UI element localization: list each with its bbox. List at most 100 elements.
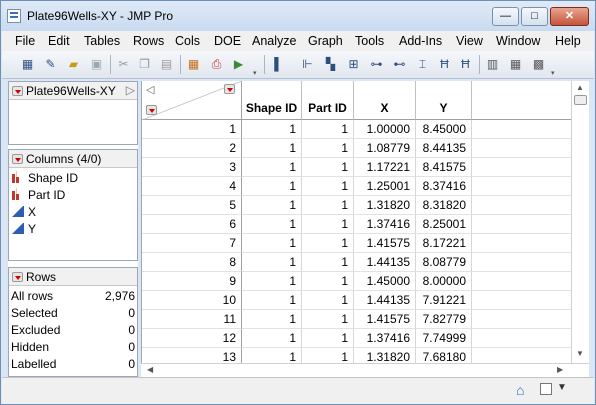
cell-empty[interactable] <box>472 215 571 234</box>
neural-icon[interactable]: ⊷ <box>391 56 408 73</box>
cell-y[interactable]: 8.37416 <box>416 177 472 196</box>
row-number[interactable]: 13 <box>142 348 242 363</box>
control-chart-icon[interactable]: ⌶ <box>414 56 431 73</box>
cell-empty[interactable] <box>472 120 571 139</box>
cell-x[interactable]: 1.45000 <box>354 272 416 291</box>
cell-shape-id[interactable]: 1 <box>242 348 302 363</box>
cell-x[interactable]: 1.44135 <box>354 291 416 310</box>
cell-part-id[interactable]: 1 <box>302 291 354 310</box>
cell-x[interactable]: 1.31820 <box>354 348 416 363</box>
cell-y[interactable]: 7.74999 <box>416 329 472 348</box>
cell-y[interactable]: 8.44135 <box>416 139 472 158</box>
row-number[interactable]: 11 <box>142 310 242 329</box>
cell-x[interactable]: 1.31820 <box>354 196 416 215</box>
horizontal-scrollbar[interactable]: ◀ ▶ <box>141 363 589 377</box>
cell-x[interactable]: 1.25001 <box>354 177 416 196</box>
cell-x[interactable]: 1.41575 <box>354 234 416 253</box>
cell-y[interactable]: 8.41575 <box>416 158 472 177</box>
cell-y[interactable]: 8.00000 <box>416 272 472 291</box>
cell-x[interactable]: 1.08779 <box>354 139 416 158</box>
red-triangle-menu-icon[interactable] <box>12 86 23 96</box>
cell-x[interactable]: 1.41575 <box>354 310 416 329</box>
cell-part-id[interactable]: 1 <box>302 177 354 196</box>
save-icon[interactable]: ▣ <box>88 56 105 73</box>
expand-arrow-icon[interactable]: ▷ <box>126 83 135 97</box>
cell-empty[interactable] <box>472 272 571 291</box>
cell-empty[interactable] <box>472 310 571 329</box>
collapse-arrow-icon[interactable]: ◁ <box>146 83 154 96</box>
home-icon[interactable]: ⌂ <box>516 382 524 398</box>
toolbar-grip-icon[interactable]: ▾ <box>253 70 258 77</box>
cell-part-id[interactable]: 1 <box>302 215 354 234</box>
table-summary-icon[interactable]: ▦ <box>507 56 524 73</box>
pdf-icon[interactable]: ⎙ <box>208 56 225 73</box>
cell-x[interactable]: 1.00000 <box>354 120 416 139</box>
fit-model-icon[interactable]: ⊞ <box>345 56 362 73</box>
menu-cols[interactable]: Cols <box>175 34 200 48</box>
menu-doe[interactable]: DOE <box>214 34 241 48</box>
cell-x[interactable]: 1.17221 <box>354 158 416 177</box>
cell-empty[interactable] <box>472 177 571 196</box>
minimize-button[interactable]: — <box>492 7 519 26</box>
run-script-icon[interactable]: ▶ <box>230 56 247 73</box>
pareto-icon[interactable]: Ħ <box>457 56 474 73</box>
column-item-y[interactable]: Y <box>12 221 36 237</box>
cell-shape-id[interactable]: 1 <box>242 196 302 215</box>
cell-part-id[interactable]: 1 <box>302 329 354 348</box>
vertical-scrollbar[interactable]: ▲ ▼ <box>571 81 589 363</box>
row-number[interactable]: 10 <box>142 291 242 310</box>
row-number[interactable]: 4 <box>142 177 242 196</box>
red-triangle-menu-icon[interactable] <box>12 154 23 164</box>
partition-icon[interactable]: ⊶ <box>368 56 385 73</box>
row-number[interactable]: 12 <box>142 329 242 348</box>
cell-empty[interactable] <box>472 158 571 177</box>
window-list-icon[interactable] <box>540 383 552 395</box>
menu-rows[interactable]: Rows <box>133 34 164 48</box>
cell-part-id[interactable]: 1 <box>302 253 354 272</box>
cell-y[interactable]: 8.45000 <box>416 120 472 139</box>
red-triangle-menu-icon[interactable] <box>12 272 23 282</box>
scroll-right-icon[interactable]: ▶ <box>557 365 563 374</box>
cell-shape-id[interactable]: 1 <box>242 291 302 310</box>
copy-icon[interactable]: ❐ <box>136 56 153 73</box>
menu-tables[interactable]: Tables <box>84 34 120 48</box>
fit-y-by-x-icon[interactable]: ⊩ <box>299 56 316 73</box>
cell-y[interactable]: 8.08779 <box>416 253 472 272</box>
menu-edit[interactable]: Edit <box>48 34 70 48</box>
menu-window[interactable]: Window <box>496 34 540 48</box>
row-number[interactable]: 1 <box>142 120 242 139</box>
distribution-icon[interactable]: ▌ <box>270 56 287 73</box>
scroll-up-icon[interactable]: ▲ <box>576 83 584 92</box>
cell-y[interactable]: 8.25001 <box>416 215 472 234</box>
cell-x[interactable]: 1.37416 <box>354 329 416 348</box>
menu-view[interactable]: View <box>456 34 483 48</box>
row-number[interactable]: 6 <box>142 215 242 234</box>
paste-icon[interactable]: ▤ <box>158 56 175 73</box>
cell-shape-id[interactable]: 1 <box>242 120 302 139</box>
scroll-thumb[interactable] <box>574 95 587 105</box>
cell-empty[interactable] <box>472 196 571 215</box>
data-grid-icon[interactable]: ▦ <box>185 56 202 73</box>
close-button[interactable]: ✕ <box>550 7 589 26</box>
cell-part-id[interactable]: 1 <box>302 139 354 158</box>
menu-add-ins[interactable]: Add-Ins <box>399 34 442 48</box>
maximize-button[interactable]: □ <box>521 7 548 26</box>
cell-part-id[interactable]: 1 <box>302 348 354 363</box>
cell-part-id[interactable]: 1 <box>302 120 354 139</box>
column-header-x[interactable]: X <box>354 81 416 120</box>
cell-y[interactable]: 7.91221 <box>416 291 472 310</box>
cell-y[interactable]: 8.17221 <box>416 234 472 253</box>
menu-file[interactable]: File <box>15 34 35 48</box>
cell-empty[interactable] <box>472 139 571 158</box>
cell-part-id[interactable]: 1 <box>302 196 354 215</box>
row-number[interactable]: 5 <box>142 196 242 215</box>
cell-y[interactable]: 7.82779 <box>416 310 472 329</box>
cell-x[interactable]: 1.44135 <box>354 253 416 272</box>
column-item-shape-id[interactable]: Shape ID <box>12 170 78 186</box>
cell-empty[interactable] <box>472 234 571 253</box>
cell-shape-id[interactable]: 1 <box>242 329 302 348</box>
cell-shape-id[interactable]: 1 <box>242 310 302 329</box>
cell-empty[interactable] <box>472 253 571 272</box>
dropdown-arrow-icon[interactable]: ▼ <box>557 382 567 393</box>
cell-part-id[interactable]: 1 <box>302 234 354 253</box>
